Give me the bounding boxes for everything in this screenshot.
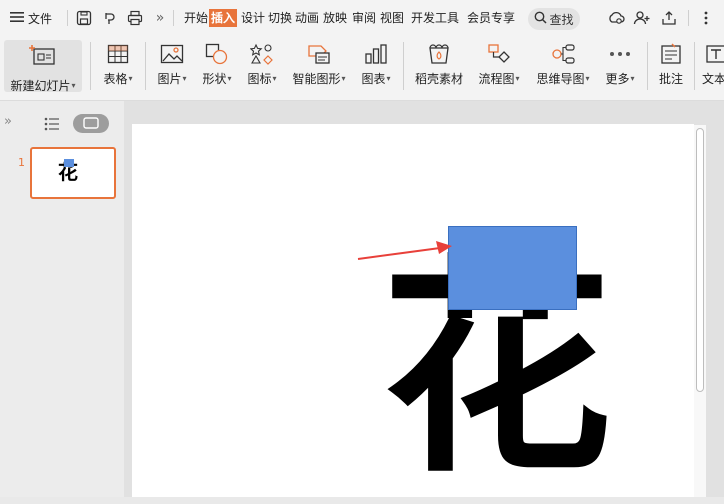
comment-button[interactable]: 批注	[656, 40, 686, 92]
icons-icon	[248, 40, 276, 68]
red-arrow-annotation	[357, 241, 452, 260]
more-icon	[606, 40, 634, 68]
chart-label: 图表	[361, 72, 386, 86]
table-button[interactable]: 表格 ▾	[101, 40, 135, 92]
picture-icon	[158, 40, 186, 68]
blue-rectangle-shape[interactable]	[448, 226, 577, 310]
file-menu[interactable]: 文件	[10, 0, 52, 36]
chevron-down-icon: ▾	[341, 74, 346, 83]
vertical-scrollbar[interactable]	[694, 125, 706, 497]
divider	[145, 42, 146, 90]
flowchart-label: 流程图	[478, 72, 515, 86]
chart-icon	[362, 40, 390, 68]
tab-home[interactable]: 开始	[183, 9, 209, 27]
divider	[688, 10, 689, 26]
file-menu-label: 文件	[28, 11, 53, 26]
mindmap-icon	[549, 40, 577, 68]
icons-label: 图标	[247, 72, 272, 86]
smartart-icon	[305, 40, 333, 68]
divider	[403, 42, 404, 90]
smartart-button[interactable]: 智能图形 ▾	[290, 40, 348, 92]
chevron-down-icon: ▾	[71, 81, 76, 90]
comment-icon	[657, 40, 685, 68]
divider	[67, 10, 68, 26]
picture-button[interactable]: 图片 ▾	[154, 40, 190, 92]
textbox-icon	[702, 40, 724, 68]
chevron-down-icon: ▾	[227, 74, 232, 83]
save-icon[interactable]	[75, 9, 93, 27]
tab-design[interactable]: 设计	[240, 9, 266, 27]
chevron-down-icon: ▾	[515, 74, 520, 83]
thumbnail-rectangle	[64, 159, 74, 167]
chevron-down-icon: ▾	[128, 74, 133, 83]
tab-developer[interactable]: 开发工具	[410, 9, 460, 27]
divider	[694, 42, 695, 90]
outline-view-icon[interactable]	[44, 116, 60, 135]
docer-material-icon	[425, 40, 453, 68]
flowchart-icon	[485, 40, 513, 68]
table-label: 表格	[103, 72, 128, 86]
shape-icon	[203, 40, 231, 68]
slide-thumbnail-panel: » 1 花	[0, 101, 124, 497]
textbox-label: 文本	[702, 72, 724, 86]
chevron-down-icon: ▾	[272, 74, 277, 83]
picture-label: 图片	[157, 72, 182, 86]
shape-button[interactable]: 形状 ▾	[199, 40, 235, 92]
more-chevron-icon[interactable]: »	[151, 9, 169, 27]
kebab-menu-icon[interactable]	[697, 9, 715, 27]
chevron-down-icon: ▾	[386, 74, 391, 83]
docer-material-label: 稻壳素材	[414, 72, 463, 86]
add-user-icon[interactable]	[633, 9, 651, 27]
slide-view-toggle[interactable]	[73, 114, 109, 133]
search-button[interactable]: 查找	[528, 8, 580, 30]
search-icon	[534, 11, 548, 27]
slide-view-icon	[83, 114, 99, 133]
tab-view[interactable]: 视图	[379, 9, 405, 27]
tab-member[interactable]: 会员专享	[466, 9, 516, 27]
slide-thumbnail[interactable]: 花	[30, 147, 116, 199]
print-icon[interactable]	[126, 9, 144, 27]
mindmap-label: 思维导图	[536, 72, 585, 86]
tab-insert[interactable]: 插入	[209, 9, 238, 27]
tab-animations[interactable]: 动画	[294, 9, 320, 27]
flowchart-button[interactable]: 流程图 ▾	[474, 40, 524, 92]
tab-review[interactable]: 审阅	[351, 9, 377, 27]
menu-bar: 文件 » 开始 插入 设计 切换 动画 放映 审阅 视图 开发工具 会员专享 查…	[0, 0, 724, 36]
slide-editor-area: 花	[124, 101, 724, 497]
more-label: 更多	[605, 72, 630, 86]
undo-icon[interactable]	[101, 9, 119, 27]
comment-label: 批注	[658, 72, 683, 86]
icons-button[interactable]: 图标 ▾	[244, 40, 280, 92]
shape-label: 形状	[202, 72, 227, 86]
cloud-sync-icon[interactable]	[607, 9, 625, 27]
more-button[interactable]: 更多 ▾	[602, 40, 638, 92]
divider	[647, 42, 648, 90]
divider	[90, 42, 91, 90]
tab-slideshow[interactable]: 放映	[322, 9, 348, 27]
ribbon-toolbar: 新建幻灯片 ▾ 表格 ▾ 图片 ▾ 形状 ▾ 图标 ▾ 智能图形 ▾ 图表 ▾ 稻壳素材 流程…	[0, 36, 724, 101]
chevron-down-icon: ▾	[630, 74, 635, 83]
new-slide-label: 新建幻灯片	[10, 79, 71, 93]
slide-number: 1	[18, 156, 25, 169]
search-label: 查找	[549, 12, 574, 27]
divider	[173, 10, 174, 26]
smartart-label: 智能图形	[292, 72, 341, 86]
collapse-panel-icon[interactable]: »	[4, 115, 18, 129]
mindmap-button[interactable]: 思维导图 ▾	[533, 40, 593, 92]
chart-button[interactable]: 图表 ▾	[358, 40, 394, 92]
share-icon[interactable]	[660, 9, 678, 27]
new-slide-button[interactable]: 新建幻灯片 ▾	[4, 40, 82, 93]
chevron-down-icon: ▾	[182, 74, 187, 83]
table-icon	[104, 40, 132, 68]
slide-canvas[interactable]: 花	[132, 124, 694, 497]
tab-transitions[interactable]: 切换	[267, 9, 293, 27]
chevron-down-icon: ▾	[585, 74, 590, 83]
hamburger-icon	[10, 11, 24, 26]
textbox-button[interactable]: 文本	[702, 40, 724, 92]
new-slide-icon	[28, 44, 58, 71]
docer-material-button[interactable]: 稻壳素材	[412, 40, 466, 92]
scrollbar-thumb[interactable]	[696, 128, 704, 392]
